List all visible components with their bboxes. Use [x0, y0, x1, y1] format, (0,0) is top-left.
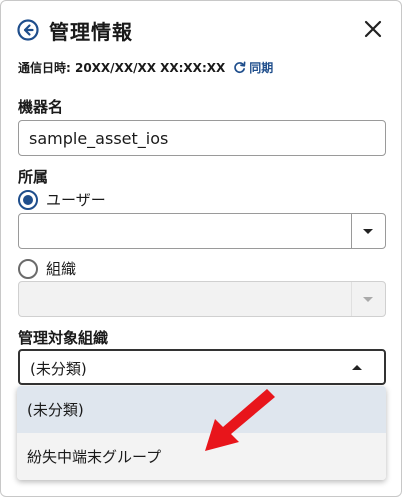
chevron-down-icon	[363, 229, 373, 234]
device-name-input[interactable]: sample_asset_ios	[18, 120, 386, 156]
managed-org-label: 管理対象組織	[18, 329, 109, 347]
affiliation-label: 所属	[18, 168, 49, 186]
radio-organization-button[interactable]	[18, 258, 38, 279]
refresh-icon	[234, 61, 246, 73]
organization-select	[18, 281, 386, 317]
managed-org-selected-value: (未分類)	[30, 360, 87, 378]
sync-status-row: 通信日時: 20XX/XX/XX XX:XX:XX 同期	[18, 59, 273, 76]
chevron-up-icon	[352, 365, 362, 370]
sync-link-label: 同期	[249, 61, 274, 75]
managed-org-select[interactable]: (未分類)	[18, 349, 386, 385]
radio-organization[interactable]: 組織	[18, 258, 76, 279]
management-info-panel: 管理情報 通信日時: 20XX/XX/XX XX:XX:XX 同期 機器名 sa…	[0, 0, 402, 497]
back-circle-arrow-icon[interactable]	[17, 19, 39, 41]
user-select[interactable]	[18, 213, 386, 249]
radio-user[interactable]: ユーザー	[18, 189, 106, 210]
page-title: 管理情報	[49, 19, 133, 44]
sync-button[interactable]: 同期	[233, 59, 273, 76]
radio-user-label: ユーザー	[46, 191, 106, 209]
chevron-down-icon	[363, 297, 373, 302]
annotation-arrow-icon	[205, 389, 275, 451]
radio-user-button[interactable]	[18, 189, 38, 210]
panel-header: 管理情報	[17, 15, 133, 45]
device-name-label: 機器名	[18, 98, 64, 116]
last-sync-text: 通信日時: 20XX/XX/XX XX:XX:XX	[18, 61, 226, 75]
close-icon[interactable]	[363, 19, 383, 39]
radio-organization-label: 組織	[46, 260, 77, 278]
